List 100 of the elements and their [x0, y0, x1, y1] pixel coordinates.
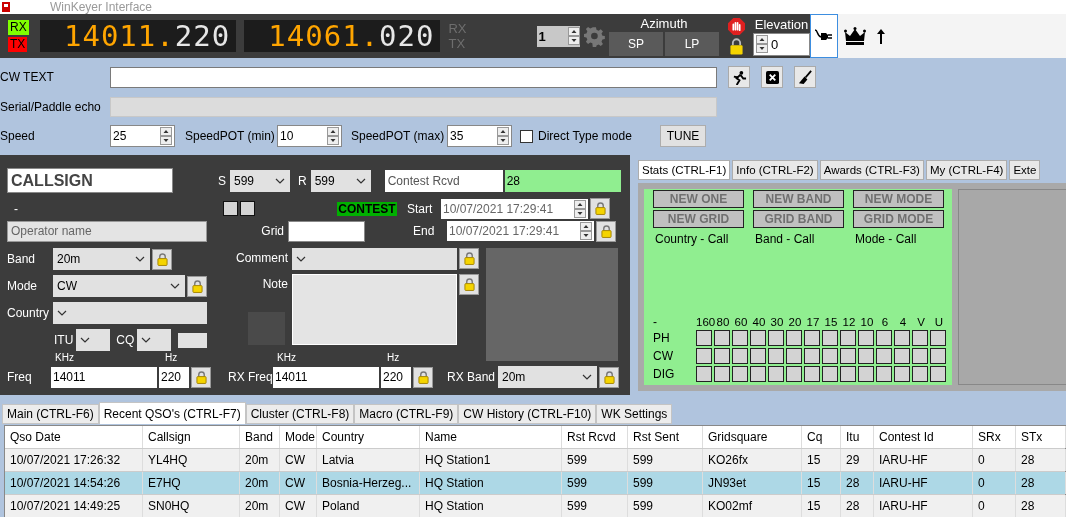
figure-button[interactable] [728, 66, 750, 88]
band-cell [804, 330, 820, 346]
operator-name-field[interactable]: Operator name [7, 220, 207, 242]
table-row[interactable]: 10/07/2021 14:49:25 SN0HQ 20m CW Poland HQ Station 599 599 KO02mf 15 28 IARU-HF 0 28 [5, 495, 1065, 517]
rx-band-dropdown[interactable]: 20m [498, 366, 597, 388]
tab[interactable]: Stats (CTRL-F1) [638, 160, 731, 180]
tab[interactable]: Exte [1009, 160, 1041, 180]
tab[interactable]: Recent QSO's (CTRL-F7) [98, 402, 246, 424]
end-date-field[interactable]: 10/07/2021 17:29:41 [447, 221, 594, 241]
lock-button[interactable] [599, 366, 619, 388]
square-button[interactable] [223, 201, 238, 216]
stat-caption: Mode - Call [855, 232, 918, 246]
band-cell [840, 366, 856, 382]
r-report-dropdown[interactable]: 599 [310, 169, 371, 192]
column-header[interactable]: STx [1016, 426, 1066, 448]
tab[interactable]: My (CTRL-F4) [925, 160, 1008, 180]
column-header[interactable]: Contest Id [874, 426, 973, 448]
lock-button[interactable] [191, 366, 211, 388]
spin-icon[interactable] [756, 35, 768, 53]
status-flag: NEW ONE [653, 190, 744, 208]
table-cell: 20m [240, 449, 280, 471]
cw-text-label: CW TEXT [0, 70, 55, 84]
band-cell [804, 366, 820, 382]
band-cell [714, 348, 730, 364]
spin-icon[interactable] [160, 127, 172, 145]
speed-pot-max-spinner[interactable]: 35 [447, 125, 512, 147]
tab[interactable]: Main (CTRL-F6) [2, 404, 99, 424]
column-header[interactable]: Mode [280, 426, 317, 448]
band-cell [822, 348, 838, 364]
rotate-button[interactable]: LP [665, 32, 719, 56]
lock-icon[interactable] [729, 37, 744, 55]
hz-field[interactable]: 220 [381, 366, 411, 388]
status-flag: NEW MODE [853, 190, 944, 208]
spin-icon[interactable] [574, 199, 586, 218]
column-header[interactable]: Band [240, 426, 280, 448]
crown-icon[interactable] [844, 27, 866, 45]
tab[interactable]: Awards (CTRL-F3) [819, 160, 924, 180]
column-header[interactable]: Rst Rcvd [562, 426, 628, 448]
note-field[interactable] [292, 274, 457, 345]
speed-pot-min-spinner[interactable]: 10 [277, 125, 342, 147]
tune-button[interactable]: TUNE [660, 125, 706, 147]
band-cell [750, 348, 766, 364]
khz-field[interactable]: 14011 [51, 366, 157, 388]
khz-field[interactable]: 14011 [273, 366, 379, 388]
spin-icon[interactable] [580, 222, 592, 240]
column-header[interactable]: Gridsquare [703, 426, 802, 448]
speed-spinner[interactable]: 25 [110, 125, 175, 147]
band-label: 17 [805, 316, 821, 328]
band-label: 80 [715, 316, 731, 328]
lock-button[interactable] [596, 220, 616, 242]
checkbox[interactable] [520, 129, 533, 143]
s-report-dropdown[interactable]: 599 [230, 169, 290, 192]
speed-label: Speed [0, 129, 36, 143]
rotate-button[interactable]: SP [609, 32, 663, 56]
lock-button[interactable] [187, 275, 207, 297]
square-button[interactable] [240, 201, 255, 216]
start-date-field[interactable]: 10/07/2021 17:29:41 [441, 198, 588, 219]
column-header[interactable]: Rst Sent [628, 426, 703, 448]
tab[interactable]: Cluster (CTRL-F8) [245, 404, 355, 424]
hz-field[interactable]: 220 [159, 366, 189, 388]
column-header[interactable]: Name [420, 426, 562, 448]
name-dash: - [13, 201, 19, 216]
number-spinner[interactable]: 1 [536, 25, 581, 47]
column-header[interactable]: Callsign [143, 426, 240, 448]
caret-icon [141, 337, 152, 343]
lock-button[interactable] [413, 366, 433, 388]
table-row[interactable]: 10/07/2021 17:26:32 YL4HQ 20m CW Latvia HQ Station1 599 599 KO26fx 15 29 IARU-HF 0 28 [5, 449, 1065, 472]
lock-button[interactable] [152, 248, 172, 270]
spin-icon[interactable] [497, 127, 509, 145]
spin-icon[interactable] [568, 27, 581, 45]
cq-dropdown[interactable] [137, 329, 172, 351]
column-header[interactable]: Itu [841, 426, 874, 448]
grid-field[interactable] [288, 220, 365, 242]
plug-button[interactable] [810, 14, 838, 58]
table-row[interactable]: 10/07/2021 14:54:26 E7HQ 20m CW Bosnia-Herzeg... HQ Station 599 599 JN93et 15 28 IARU-HF 0 28 [5, 472, 1065, 495]
stop-icon[interactable] [728, 17, 745, 35]
column-header[interactable]: Qso Date [5, 426, 143, 448]
tab[interactable]: Macro (CTRL-F9) [354, 404, 459, 424]
spin-icon[interactable] [327, 127, 339, 145]
up-arrow-icon[interactable] [876, 28, 886, 44]
status-flag: NEW GRID [653, 210, 744, 228]
band-cell [732, 330, 748, 346]
column-header[interactable]: SRx [973, 426, 1016, 448]
band-dropdown[interactable]: 20m [53, 248, 150, 270]
elevation-spinner[interactable]: 0 [753, 32, 810, 56]
r-label: R [298, 173, 307, 188]
contest-rcvd-field[interactable]: 28 [504, 169, 621, 192]
itu-dropdown[interactable] [76, 329, 111, 351]
cw-text-field[interactable] [110, 66, 717, 88]
callsign-field[interactable]: CALLSIGN [7, 168, 173, 193]
tab[interactable]: WK Settings [596, 404, 673, 424]
tab[interactable]: CW History (CTRL-F10) [458, 404, 597, 424]
tab[interactable]: Info (CTRL-F2) [732, 160, 818, 180]
broom-button[interactable] [794, 66, 816, 88]
column-header[interactable]: Cq [802, 426, 841, 448]
table-cell: Latvia [317, 449, 420, 471]
column-header[interactable]: Country [317, 426, 420, 448]
mode-dropdown[interactable]: CW [53, 275, 185, 297]
status-flag: GRID MODE [853, 210, 944, 228]
close-button[interactable] [761, 66, 783, 88]
